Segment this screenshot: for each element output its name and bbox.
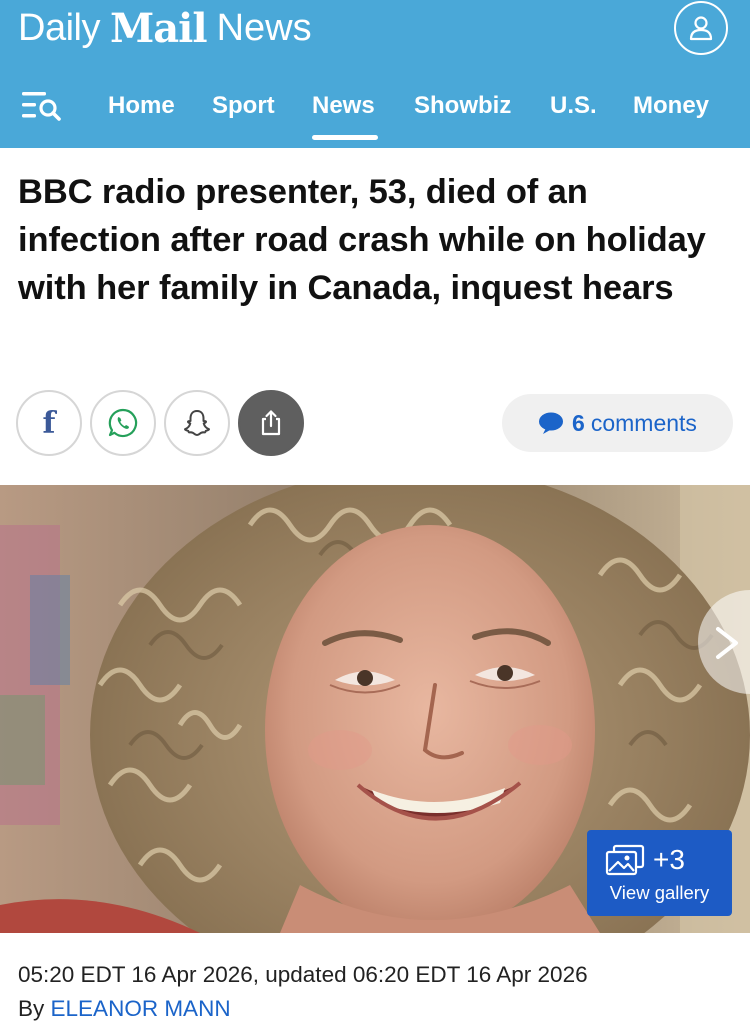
article-hero-image[interactable]: +3 View gallery [0,485,750,933]
comments-label: comments [590,409,697,436]
comment-bubble-icon [539,412,564,434]
nav-home[interactable]: Home [108,92,175,120]
site-logo[interactable]: Daily Mail News [18,0,312,56]
nav-us[interactable]: U.S. [550,92,597,120]
article-headline: BBC radio presenter, 53, died of an infe… [18,173,706,307]
nav-news[interactable]: News [312,92,375,120]
byline-prefix: By [18,996,45,1021]
native-share-button[interactable] [238,390,304,456]
view-gallery-button[interactable]: +3 View gallery [587,830,732,916]
comments-button[interactable]: 6 comments [502,394,733,452]
user-icon [689,16,713,41]
comments-count: 6 [572,409,585,436]
author-link[interactable]: ELEANOR MANN [51,996,231,1021]
gallery-label: View gallery [609,882,710,903]
chevron-right-icon [716,627,738,659]
nav-money[interactable]: Money [633,92,709,120]
nav-showbiz[interactable]: Showbiz [414,92,511,120]
snapchat-share-button[interactable] [164,390,230,456]
site-header: Daily Mail News Home Sport News Showbiz … [0,0,750,148]
logo-daily: Daily [18,6,100,49]
whatsapp-share-button[interactable] [90,390,156,456]
gallery-count: +3 [653,844,685,875]
account-button[interactable] [674,1,728,55]
active-nav-indicator [312,135,378,140]
article-dateline: 05:20 EDT 16 Apr 2026, updated 06:20 EDT… [18,962,588,987]
logo-news: News [216,6,312,49]
whatsapp-icon [108,408,138,438]
nav-sport[interactable]: Sport [212,92,275,120]
main-nav: Home Sport News Showbiz U.S. Money [0,82,750,140]
facebook-share-button[interactable]: f [16,390,82,456]
snapchat-icon [184,410,210,436]
share-icon [261,410,281,436]
gallery-icon [605,844,645,876]
facebook-icon: f [42,405,56,441]
logo-mail: Mail [109,4,208,52]
article-byline: By ELEANOR MANN [18,996,231,1022]
menu-search-icon[interactable] [22,88,62,122]
